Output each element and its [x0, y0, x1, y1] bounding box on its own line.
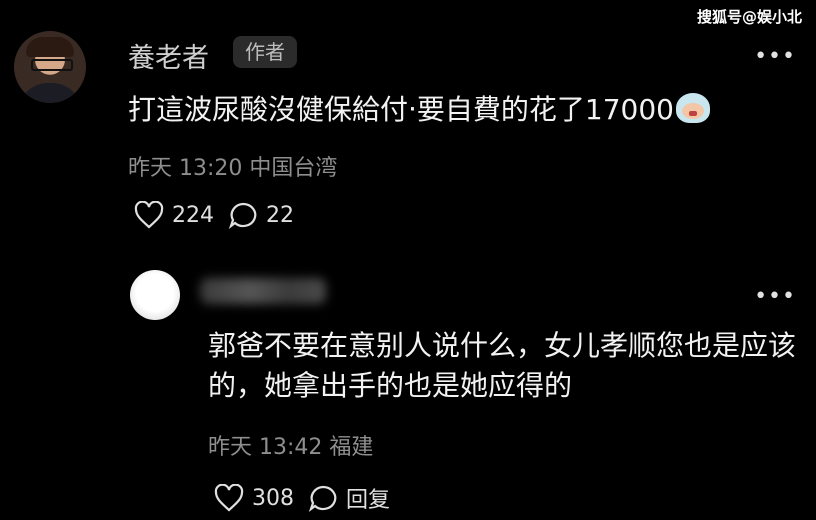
watermark: 搜狐号@娱小北 [696, 8, 802, 26]
reply-count: 22 [266, 202, 294, 228]
heart-icon [134, 201, 164, 229]
comment-meta: 昨天 13:20 中国台湾 [128, 150, 337, 182]
comment-bubble-icon [308, 485, 337, 512]
like-button[interactable]: 308 [214, 484, 294, 512]
comment-text: 打這波尿酸沒健保給付‧要自費的花了17000 [128, 88, 710, 128]
blurred-username[interactable] [200, 278, 326, 304]
comment-actions: 224 22 [134, 201, 294, 229]
comment-bubble-icon [228, 202, 257, 229]
avatar[interactable] [14, 31, 86, 103]
more-icon[interactable]: ••• [754, 46, 796, 68]
comment-text: 郭爸不要在意别人说什么，女儿孝顺您也是应该的，她拿出手的也是她应得的 [208, 329, 797, 402]
like-count: 224 [172, 202, 214, 228]
comment-location: 福建 [329, 435, 374, 460]
crying-face-emoji [675, 93, 710, 123]
heart-icon [214, 484, 244, 512]
author-badge: 作者 [233, 36, 297, 68]
avatar[interactable] [130, 270, 180, 320]
reply-button[interactable]: 回复 [308, 482, 390, 514]
more-icon[interactable]: ••• [754, 286, 796, 308]
comment-meta: 昨天 13:42 福建 [208, 429, 373, 461]
username[interactable]: 養老者 [128, 36, 209, 75]
reply-label: 回复 [346, 488, 391, 513]
comment-location: 中国台湾 [249, 156, 338, 181]
like-count: 308 [252, 485, 294, 511]
comment-time: 昨天 13:42 [208, 435, 323, 460]
reply-button[interactable]: 22 [228, 201, 294, 229]
comment-actions: 308 回复 [214, 482, 390, 514]
comment-time: 昨天 13:20 [128, 156, 243, 181]
like-button[interactable]: 224 [134, 201, 214, 229]
